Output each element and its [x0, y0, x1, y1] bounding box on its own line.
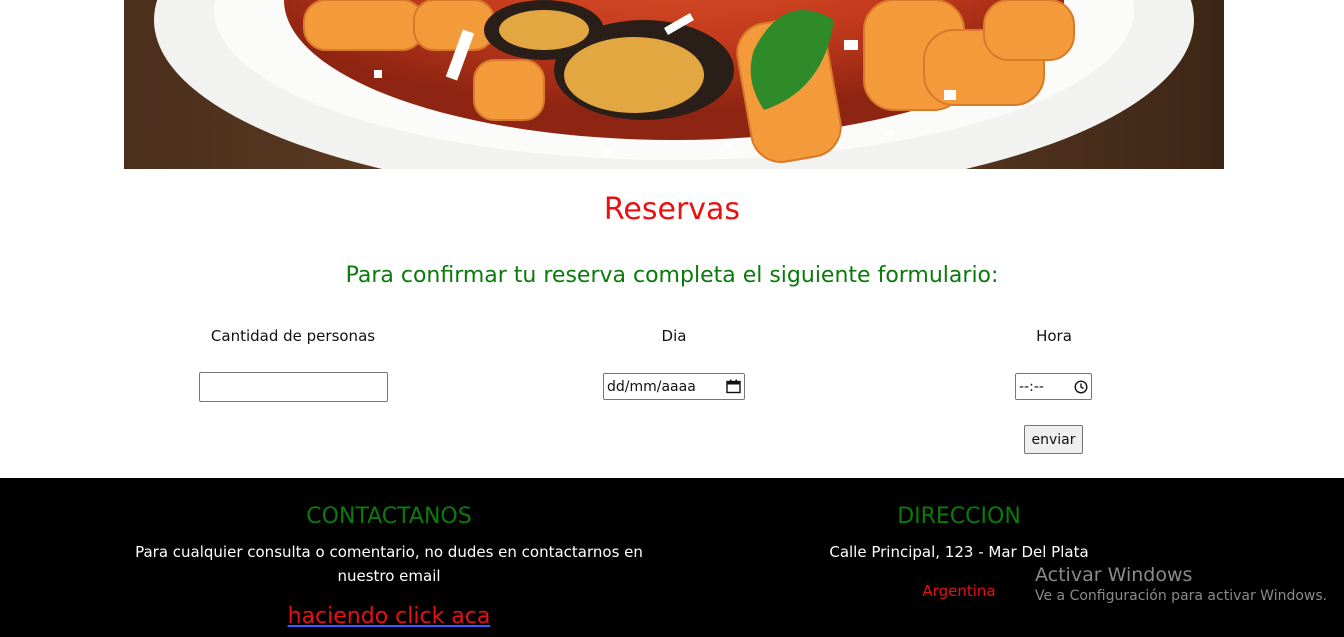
- dia-label: Dia: [661, 327, 687, 345]
- reservas-subtitle: Para confirmar tu reserva completa el si…: [345, 263, 999, 288]
- address-country: Argentina: [922, 582, 996, 600]
- hero-pasta-image: [124, 0, 1224, 169]
- address-street: Calle Principal, 123 - Mar Del Plata: [829, 543, 1089, 561]
- footer: CONTACTANOS Para cualquier consulta o co…: [0, 478, 1344, 637]
- dia-placeholder: dd/mm/aaaa: [607, 378, 696, 395]
- hora-time-input[interactable]: --:--: [1015, 373, 1092, 400]
- contact-text: Para cualquier consulta o comentario, no…: [135, 543, 643, 585]
- personas-label: Cantidad de personas: [210, 327, 376, 345]
- enviar-button[interactable]: enviar: [1024, 425, 1083, 454]
- personas-input[interactable]: [199, 372, 388, 402]
- calendar-icon[interactable]: [726, 379, 741, 394]
- address-heading: DIRECCION: [897, 504, 1021, 529]
- dia-date-input[interactable]: dd/mm/aaaa: [603, 373, 745, 400]
- contact-email-link[interactable]: haciendo click aca: [239, 604, 539, 629]
- clock-icon[interactable]: [1074, 379, 1088, 394]
- activation-watermark-title: Activar Windows: [1035, 564, 1193, 586]
- reservas-title: Reservas: [603, 192, 741, 227]
- activation-watermark-subtitle: Ve a Configuración para activar Windows.: [1035, 588, 1328, 604]
- contact-heading: CONTACTANOS: [306, 504, 472, 529]
- hora-label: Hora: [1036, 327, 1072, 345]
- hora-placeholder: --:--: [1019, 378, 1044, 395]
